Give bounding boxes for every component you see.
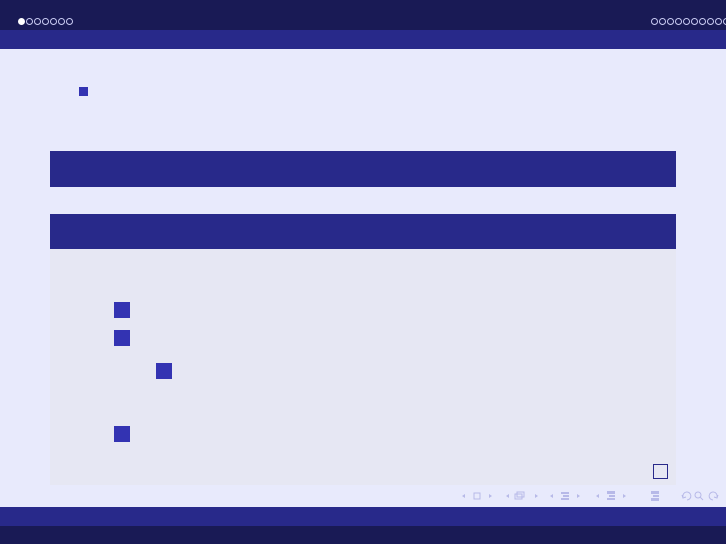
subsection-dot[interactable] bbox=[699, 18, 706, 25]
subsection-dot[interactable] bbox=[691, 18, 698, 25]
nav-slide-icon[interactable] bbox=[460, 489, 496, 503]
block-title-bar bbox=[50, 214, 676, 249]
subsection-dot[interactable] bbox=[715, 18, 722, 25]
nav-frame-icon[interactable] bbox=[504, 489, 544, 503]
subsection-dot[interactable] bbox=[707, 18, 714, 25]
block-body bbox=[50, 249, 676, 485]
section-dot[interactable] bbox=[58, 18, 65, 25]
section-dot[interactable] bbox=[66, 18, 73, 25]
subsection-dots bbox=[651, 18, 726, 25]
sub-bullet-square bbox=[156, 363, 172, 379]
header-navigation-bar bbox=[0, 0, 726, 30]
qed-square-icon bbox=[653, 464, 668, 479]
section-dot[interactable] bbox=[26, 18, 33, 25]
bullet-square bbox=[79, 87, 88, 96]
bullet-square bbox=[114, 426, 130, 442]
bullet-square bbox=[114, 302, 130, 318]
nav-document-icon[interactable] bbox=[648, 489, 664, 503]
subsection-dot[interactable] bbox=[675, 18, 682, 25]
section-dot[interactable] bbox=[34, 18, 41, 25]
subsection-dot[interactable] bbox=[651, 18, 658, 25]
subsection-dot[interactable] bbox=[667, 18, 674, 25]
footer-bar bbox=[0, 507, 726, 526]
section-dot[interactable] bbox=[50, 18, 57, 25]
section-dot[interactable] bbox=[42, 18, 49, 25]
subsection-dot[interactable] bbox=[659, 18, 666, 25]
section-dot-current[interactable] bbox=[18, 18, 25, 25]
section-dots bbox=[18, 18, 73, 25]
title-bar bbox=[50, 151, 676, 187]
nav-search-icon[interactable] bbox=[680, 489, 720, 503]
nav-subsection-icon[interactable] bbox=[548, 489, 584, 503]
nav-section-icon[interactable] bbox=[594, 489, 630, 503]
slide bbox=[0, 0, 726, 544]
bullet-square bbox=[114, 330, 130, 346]
subsection-dot[interactable] bbox=[683, 18, 690, 25]
footer-bottom-bar bbox=[0, 526, 726, 544]
header-title-bar bbox=[0, 30, 726, 49]
